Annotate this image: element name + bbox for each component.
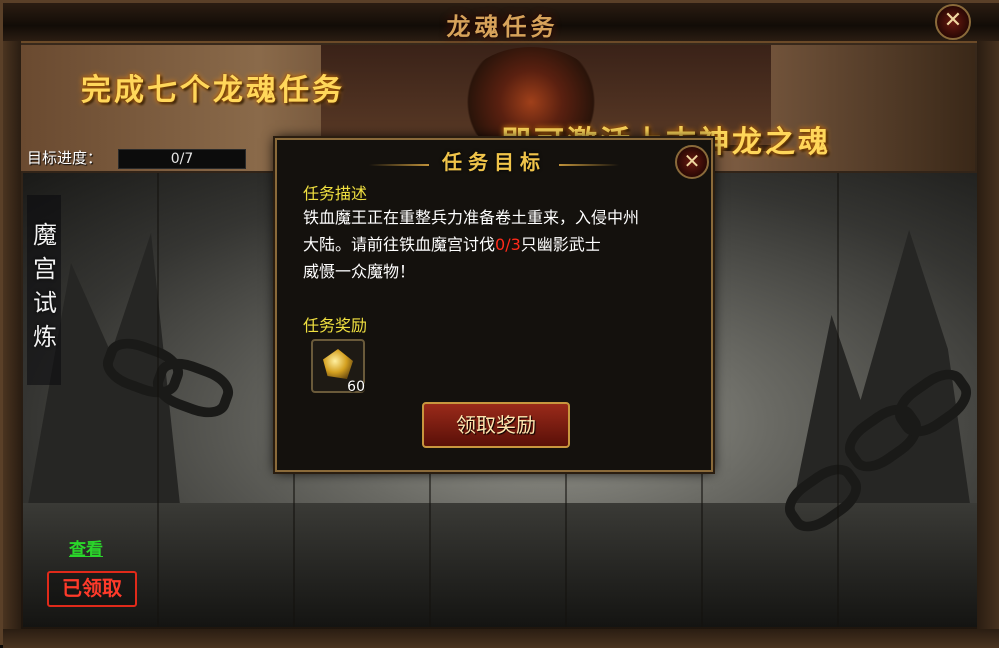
kill-count: 0/3 [495, 235, 521, 254]
desc-line-2: 大陆。请前往铁血魔宫讨伐0/3只幽影武士 [303, 231, 703, 258]
dialog-title: 任务目标 [442, 150, 546, 174]
progress-label: 目标进度： [27, 149, 103, 167]
desc-line-1: 铁血魔王正在重整兵力准备卷土重来，入侵中州 [303, 208, 640, 227]
side-tab-char: 试 [33, 289, 57, 317]
panel-divider [157, 173, 159, 627]
ground [23, 503, 977, 627]
claim-reward-button[interactable]: 领取奖励 [422, 402, 570, 448]
window-title: 龙魂任务 [446, 13, 559, 41]
reward-slot[interactable]: 60 [311, 339, 365, 395]
reward-label: 任务奖励 [303, 316, 368, 335]
panel-divider [837, 173, 839, 627]
dragon-soul-quest-window: 龙魂任务 ✕ 完成七个龙魂任务 即可激活上古神龙之魂 目标进度： 0/7 魔 宫… [0, 0, 999, 648]
frame-bottom [3, 629, 999, 648]
quest-objective-dialog: 任务目标 ✕ 任务描述 铁血魔王正在重整兵力准备卷土重来，入侵中州 大陆。请前往… [275, 138, 713, 472]
desc-line-3: 威慑一众魔物！ [303, 262, 416, 281]
progress-value: 0/7 [118, 149, 246, 169]
window-close-button[interactable]: ✕ [935, 4, 971, 40]
dialog-close-button[interactable]: ✕ [675, 145, 709, 179]
desc-text: 大陆。请前往铁血魔宫讨伐 [303, 235, 496, 254]
claimed-stamp: 已领取 [47, 571, 137, 607]
gold-ingot-icon [323, 349, 353, 379]
side-tab-char: 炼 [33, 323, 57, 351]
side-tab-char: 魔 [33, 221, 57, 249]
desc-text: 只幽影武士 [520, 235, 601, 254]
view-link[interactable]: 查看 [69, 535, 103, 560]
reward-quantity: 60 [347, 379, 365, 395]
description-label: 任务描述 [303, 184, 368, 203]
title-bar: 龙魂任务 [3, 3, 999, 43]
side-tab-char: 宫 [33, 255, 57, 283]
banner-headline: 完成七个龙魂任务 [81, 73, 345, 108]
close-icon: ✕ [683, 149, 701, 173]
frame-right [977, 41, 999, 631]
frame-left [3, 41, 21, 631]
quest-description: 铁血魔王正在重整兵力准备卷土重来，入侵中州 大陆。请前往铁血魔宫讨伐0/3只幽影… [303, 204, 703, 285]
close-icon: ✕ [943, 8, 963, 33]
